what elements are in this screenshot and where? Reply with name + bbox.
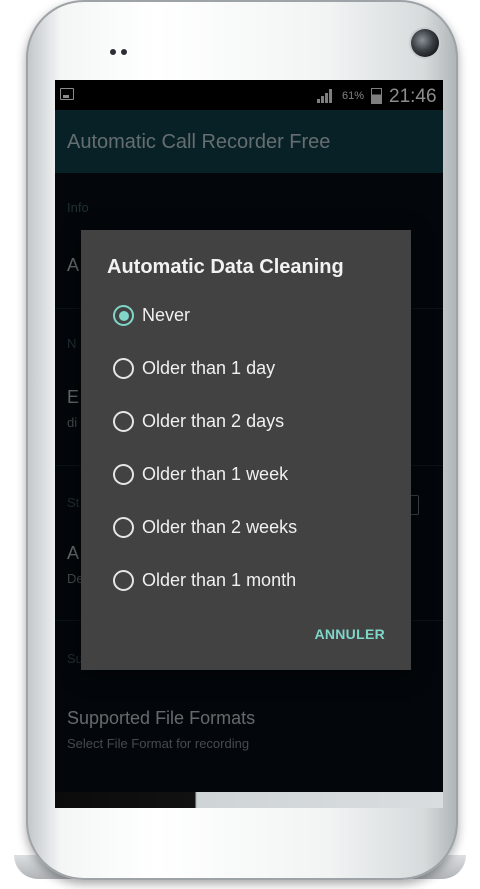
- radio-icon: [113, 517, 134, 538]
- dialog-title: Automatic Data Cleaning: [107, 256, 344, 278]
- option-older-2-days[interactable]: Older than 2 days: [113, 403, 403, 443]
- option-older-1-day[interactable]: Older than 1 day: [113, 350, 403, 390]
- bottom-bezel-glare: [55, 792, 443, 808]
- option-older-2-weeks[interactable]: Older than 2 weeks: [113, 509, 403, 549]
- option-label: Older than 1 day: [142, 358, 276, 378]
- option-older-1-month[interactable]: Older than 1 month: [113, 562, 403, 602]
- data-cleaning-dialog: Automatic Data Cleaning Never Older than…: [81, 230, 411, 670]
- option-label: Older than 1 week: [142, 464, 289, 484]
- radio-selected-icon: [113, 305, 134, 326]
- radio-icon: [113, 570, 134, 591]
- radio-icon: [113, 411, 134, 432]
- option-label: Older than 1 month: [142, 570, 297, 590]
- option-label: Never: [142, 305, 191, 325]
- phone-screen: 61% 21:46 Automatic Call Recorder Free I…: [55, 80, 443, 808]
- option-older-1-week[interactable]: Older than 1 week: [113, 456, 403, 496]
- cancel-button[interactable]: ANNULER: [314, 626, 385, 642]
- front-camera: [411, 29, 439, 57]
- sensor-dots: [110, 42, 132, 60]
- radio-icon: [113, 358, 134, 379]
- option-label: Older than 2 days: [142, 411, 285, 431]
- option-label: Older than 2 weeks: [142, 517, 298, 537]
- option-never[interactable]: Never: [113, 297, 403, 337]
- radio-icon: [113, 464, 134, 485]
